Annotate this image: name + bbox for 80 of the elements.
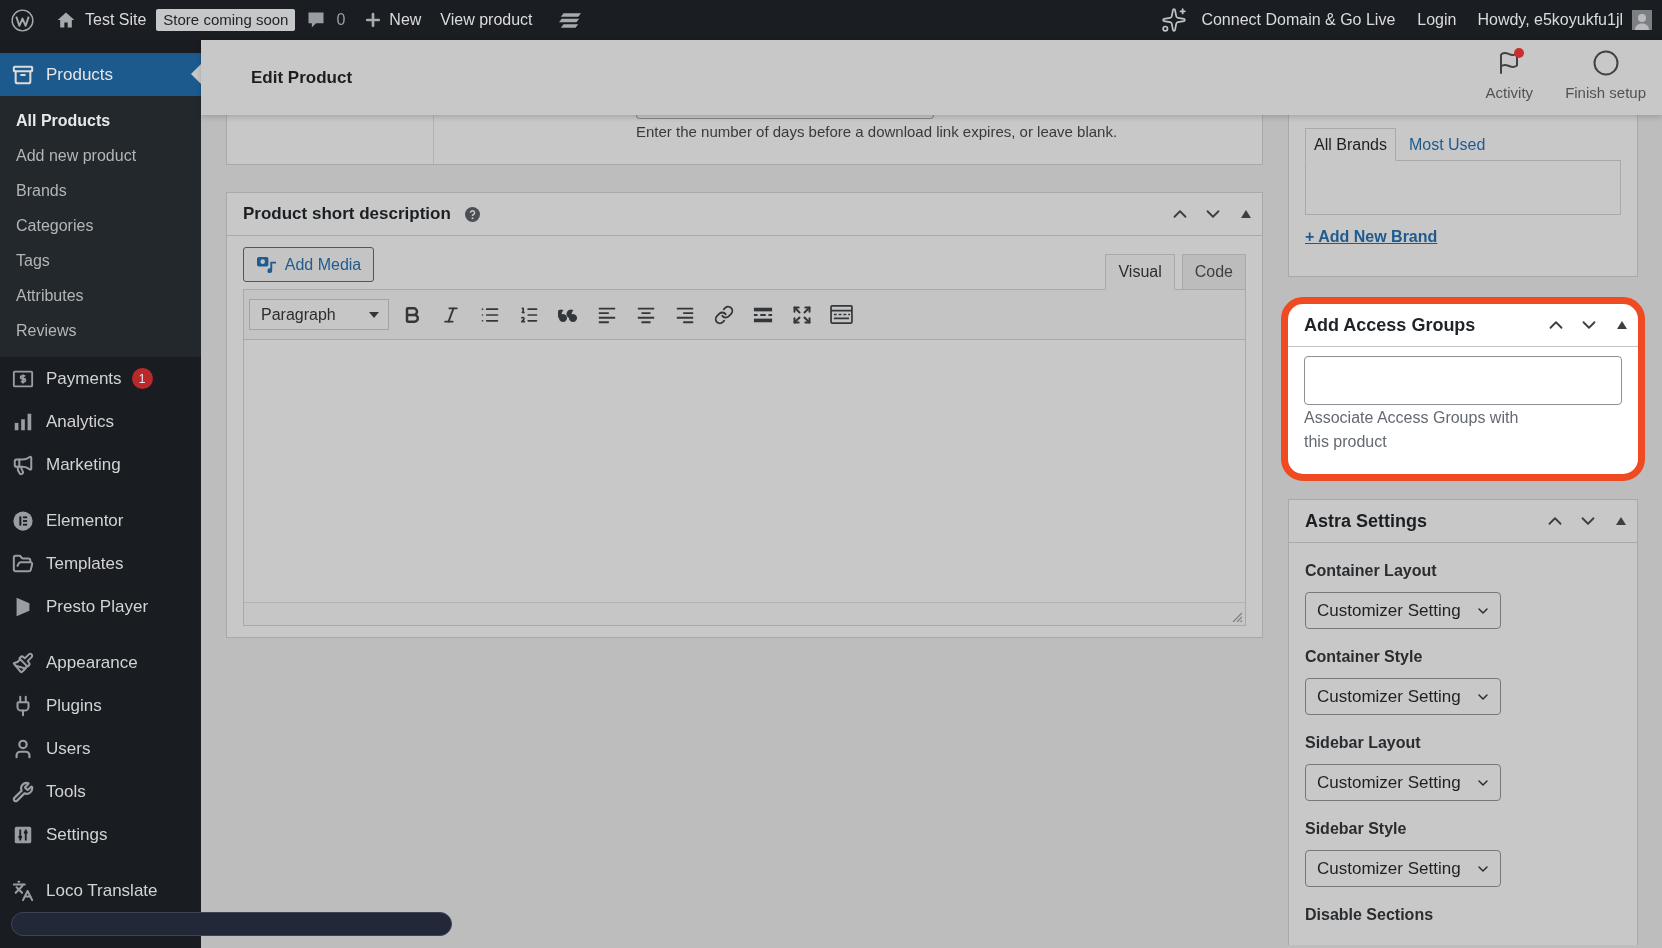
page-title: Edit Product bbox=[251, 66, 353, 89]
section-heading: Disable Sections bbox=[1305, 905, 1435, 925]
editor-tab[interactable]: Code bbox=[1181, 254, 1246, 290]
add-new-brand-link[interactable]: + Add New Brand bbox=[1305, 225, 1438, 249]
login-link[interactable]: Login bbox=[1417, 8, 1457, 32]
paintbrush-icon bbox=[12, 651, 34, 674]
stripes-logo-icon[interactable] bbox=[558, 12, 581, 28]
site-name-link[interactable]: Test Site bbox=[85, 8, 147, 32]
speech-bubble-icon[interactable] bbox=[306, 10, 327, 30]
megaphone-icon bbox=[12, 453, 34, 476]
wrench-icon bbox=[12, 780, 34, 803]
keyboard-grid-icon[interactable] bbox=[829, 305, 853, 324]
new-link[interactable]: New bbox=[363, 8, 422, 32]
panel-title: Add Access Groups bbox=[1304, 313, 1476, 337]
elementor-logo-icon bbox=[12, 509, 34, 532]
add-media-button[interactable]: Add Media bbox=[243, 247, 374, 282]
connect-domain-link[interactable]: Connect Domain & Go Live bbox=[1201, 8, 1396, 32]
caret-down-icon bbox=[369, 311, 379, 318]
setting-select[interactable]: Customizer Setting bbox=[1305, 850, 1501, 887]
field-label: Sidebar Layout bbox=[1305, 733, 1422, 753]
sidebar-menu-item[interactable]: Tools bbox=[0, 770, 201, 813]
circle-icon bbox=[1592, 50, 1619, 77]
sidebar-menu-item[interactable]: Elementor bbox=[0, 499, 201, 542]
sidebar-menu-item[interactable]: Analytics bbox=[0, 400, 201, 443]
panel-title: Product short description bbox=[243, 203, 451, 226]
help-icon[interactable] bbox=[464, 206, 480, 222]
wordpress-logo-icon[interactable] bbox=[11, 8, 34, 32]
submenu-item[interactable]: Brands bbox=[0, 173, 201, 208]
help-text: Associate Access Groups with this product bbox=[1304, 408, 1520, 452]
finish-setup-button[interactable]: Finish setup bbox=[1557, 50, 1654, 105]
submenu-item[interactable]: All Products bbox=[0, 103, 201, 138]
submenu-item[interactable]: Reviews bbox=[0, 313, 201, 348]
sidebar-menu-item[interactable]: Marketing bbox=[0, 443, 201, 486]
sparkle-icon[interactable] bbox=[1161, 7, 1188, 33]
setting-select[interactable]: Customizer Setting bbox=[1305, 592, 1501, 629]
folder-icon bbox=[12, 552, 34, 575]
italic-icon[interactable] bbox=[441, 304, 461, 325]
setting-select[interactable]: Customizer Setting bbox=[1305, 678, 1501, 715]
scroll-bar[interactable] bbox=[11, 912, 452, 936]
access-groups-input[interactable] bbox=[1304, 356, 1622, 405]
camera-note-icon bbox=[255, 255, 277, 274]
notification-badge: 1 bbox=[131, 368, 153, 389]
editor-tab[interactable]: Visual bbox=[1105, 254, 1175, 290]
activity-button[interactable]: Activity bbox=[1477, 50, 1542, 105]
field-label: Container Style bbox=[1305, 647, 1424, 667]
sidebar-menu-item[interactable]: Plugins bbox=[0, 684, 201, 727]
sidebar-menu-item[interactable]: Users bbox=[0, 727, 201, 770]
brand-tab[interactable]: Most Used bbox=[1400, 128, 1494, 161]
submenu-item[interactable]: Attributes bbox=[0, 278, 201, 313]
resize-grip-icon[interactable] bbox=[1232, 612, 1242, 622]
sidebar-menu-item[interactable]: Settings bbox=[0, 813, 201, 856]
account-menu-link[interactable]: Howdy, e5koyukfu1jl bbox=[1477, 8, 1623, 32]
sidebar-menu-item[interactable]: Loco Translate bbox=[0, 869, 201, 912]
archive-box-icon bbox=[12, 63, 34, 86]
sidebar-menu-item[interactable]: Presto Player bbox=[0, 585, 201, 628]
sidebar-menu-item[interactable]: Appearance bbox=[0, 641, 201, 684]
field-label: Sidebar Style bbox=[1305, 819, 1408, 839]
submenu-item[interactable]: Categories bbox=[0, 208, 201, 243]
field-label: Container Layout bbox=[1305, 561, 1438, 581]
expand-arrows-icon[interactable] bbox=[792, 304, 812, 325]
home-icon[interactable] bbox=[56, 10, 76, 30]
help-text: Enter the number of days before a download link expires, or leave blank. bbox=[636, 122, 1119, 142]
brand-tab[interactable]: All Brands bbox=[1305, 128, 1396, 161]
triangle-icon[interactable] bbox=[1616, 321, 1627, 329]
sidebar-menu-item[interactable]: Templates bbox=[0, 542, 201, 585]
link-icon[interactable] bbox=[714, 304, 734, 325]
translate-icon bbox=[12, 879, 34, 902]
triangle-icon[interactable] bbox=[1615, 517, 1626, 525]
sidebar-menu-item[interactable]: Products bbox=[0, 53, 201, 96]
sidebar-menu-item[interactable]: Payments 1 bbox=[0, 357, 201, 400]
submenu-item[interactable]: Add new product bbox=[0, 138, 201, 173]
user-icon bbox=[12, 737, 34, 760]
format-select[interactable]: Paragraph bbox=[249, 299, 389, 330]
submenu-item[interactable]: Tags bbox=[0, 243, 201, 278]
panel-title: Astra Settings bbox=[1305, 509, 1428, 533]
comment-count[interactable]: 0 bbox=[336, 8, 346, 32]
setting-select[interactable]: Customizer Setting bbox=[1305, 764, 1501, 801]
triangle-icon[interactable] bbox=[1240, 210, 1251, 218]
view-product-link[interactable]: View product bbox=[440, 8, 533, 32]
store-status-badge: Store coming soon bbox=[156, 9, 296, 31]
